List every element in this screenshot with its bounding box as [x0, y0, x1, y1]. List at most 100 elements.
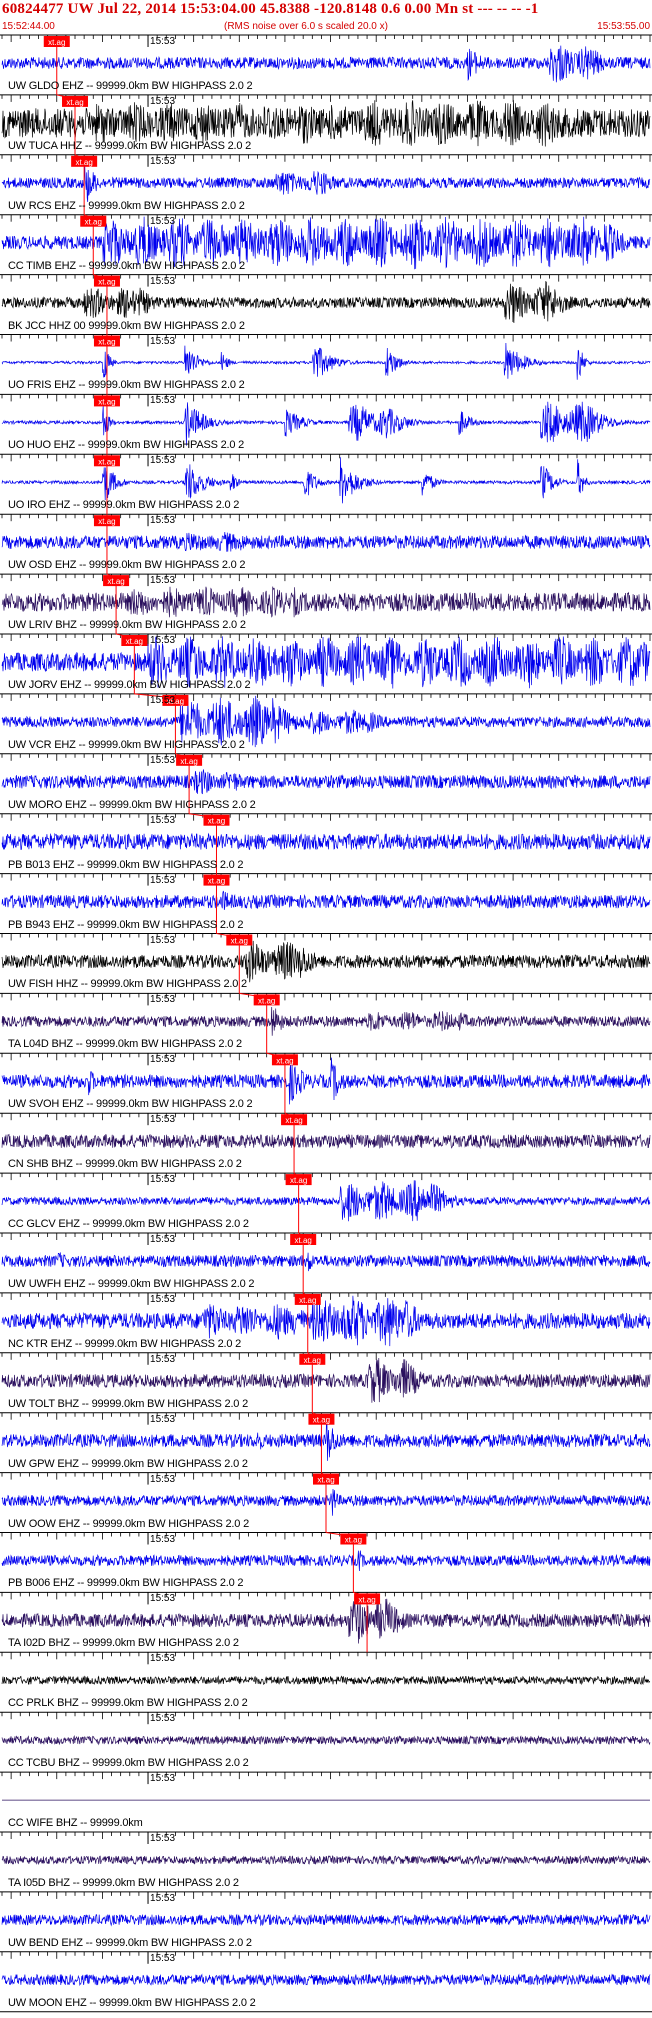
tick-label: 15:53	[150, 754, 176, 766]
pick-tag: xt.ag	[98, 278, 115, 287]
waveform-trace	[1, 1675, 651, 1686]
waveform-trace	[1, 769, 651, 795]
tick-label: 15:53	[150, 1413, 176, 1425]
pick-tag: xt.ag	[208, 877, 225, 886]
trace-row	[0, 1532, 652, 1572]
tick-label: 15:53	[150, 455, 176, 467]
tick-label: 15:53	[150, 874, 176, 886]
pick-tag: xt.ag	[299, 1296, 316, 1305]
waveform-trace	[1, 1421, 651, 1461]
pick-tag: xt.ag	[66, 98, 83, 107]
waveform-trace	[1, 45, 651, 83]
waveform-trace	[1, 1006, 651, 1036]
tick-label: 15:53	[150, 515, 176, 527]
pick-tag: xt.ag	[285, 1116, 302, 1125]
station-label: UW GLDO EHZ -- 99999.0km BW HIGHPASS 2.0…	[8, 79, 253, 92]
station-label: UW LRIV BHZ -- 99999.0km BW HIGHPASS 2.0…	[8, 619, 246, 631]
pick-tag: xt.ag	[345, 1536, 362, 1545]
tick-label: 15:53	[150, 215, 176, 227]
station-label: UW SVOH EHZ -- 99999.0km BW HIGHPASS 2.0…	[8, 1098, 253, 1111]
tick-label: 15:53	[150, 1293, 176, 1305]
tick-label: 15:53	[150, 1473, 176, 1485]
tick-label: 15:53	[150, 1773, 176, 1785]
trace-row	[0, 933, 652, 983]
trace-row	[0, 992, 652, 1036]
trace-row	[0, 1951, 652, 1987]
tick-label: 15:53	[150, 155, 176, 167]
tick-label: 15:53	[150, 1952, 176, 1964]
station-label: UW OOW EHZ -- 99999.0km BW HIGHPASS 2.0 …	[8, 1517, 249, 1530]
station-label: CN SHB BHZ -- 99999.0km BW HIGHPASS 2.0 …	[8, 1158, 242, 1171]
trace-row	[0, 154, 652, 202]
waveform-trace	[1, 342, 651, 380]
pick-tag: xt.ag	[98, 517, 115, 526]
trace-row	[0, 1771, 652, 1801]
pick-tag: xt.ag	[48, 38, 65, 47]
station-label: PB B943 EHZ -- 99999.0km BW HIGHPASS 2.0…	[8, 918, 244, 931]
pick-tag: xt.ag	[295, 1236, 312, 1245]
trace-row	[0, 813, 652, 851]
waveform-trace	[1, 1913, 651, 1927]
tick-label: 15:53	[150, 994, 176, 1006]
tick-label: 15:53	[150, 36, 176, 47]
pick-tag: xt.ag	[358, 1595, 375, 1604]
waveform-trace	[1, 890, 651, 911]
tick-label: 15:53	[150, 635, 176, 646]
waveform-trace	[1, 1550, 651, 1572]
tick-label: 15:53	[150, 1892, 176, 1904]
tick-label: 15:53	[150, 694, 176, 706]
station-label: UW TOLT BHZ -- 99999.0km BW HIGHPASS 2.0…	[8, 1397, 248, 1410]
waveform-trace	[1, 1973, 651, 1987]
pick-tag: xt.ag	[98, 457, 115, 466]
station-label: CC TIMB EHZ -- 99999.0km BW HIGHPASS 2.0…	[8, 259, 245, 272]
waveform-trace	[1, 586, 651, 618]
trace-row	[0, 1172, 652, 1222]
trace-row	[0, 1711, 652, 1746]
trace-row	[0, 873, 652, 911]
trace-row	[0, 1591, 652, 1644]
trace-row	[0, 34, 652, 83]
trace-row	[0, 1352, 652, 1403]
station-label: UO FRIS EHZ -- 99999.0km BW HIGHPASS 2.0…	[8, 379, 245, 392]
tick-label: 15:53	[150, 1653, 176, 1665]
station-label: UW GPW EHZ -- 99999.0km BW HIGHPASS 2.0 …	[8, 1457, 248, 1470]
tick-label: 15:53	[150, 814, 176, 826]
pick-tag: xt.ag	[126, 637, 143, 646]
station-label: BK JCC HHZ 00 99999.0km BW HIGHPASS 2.0 …	[8, 319, 245, 332]
waveform-trace	[1, 1854, 651, 1866]
trace-row	[0, 1891, 652, 1927]
station-label: UW TUCA HHZ -- 99999.0km BW HIGHPASS 2.0…	[8, 139, 252, 152]
trace-row	[0, 94, 652, 147]
tick-label: 15:53	[150, 934, 176, 946]
waveform-trace	[1, 531, 651, 552]
waveform-trace	[1, 940, 651, 983]
station-label: UW JORV EHZ -- 99999.0km BW HIGHPASS 2.0…	[8, 678, 251, 691]
station-label: UW BEND EHZ -- 99999.0km BW HIGHPASS 2.0…	[8, 1936, 252, 1949]
pick-tag: xt.ag	[75, 158, 92, 167]
pick-tag: xt.ag	[258, 996, 275, 1005]
tick-label: 15:53	[150, 1234, 176, 1245]
pick-tag: xt.ag	[290, 1176, 307, 1185]
station-label: CC WIFE BHZ -- 99999.0km	[8, 1817, 143, 1829]
tick-label: 15:53	[150, 1353, 176, 1365]
station-label: UO HUO EHZ -- 99999.0km BW HIGHPASS 2.0 …	[8, 439, 245, 452]
pick-tag: xt.ag	[231, 937, 248, 946]
pick-tag: xt.ag	[180, 757, 197, 766]
pick-tag: xt.ag	[304, 1356, 321, 1365]
pick-tag: xt.ag	[98, 338, 115, 347]
station-label: PB B006 EHZ -- 99999.0km BW HIGHPASS 2.0…	[8, 1577, 244, 1590]
station-label: CC GLCV EHZ -- 99999.0km BW HIGHPASS 2.0…	[8, 1218, 249, 1230]
tick-label: 15:53	[150, 1533, 176, 1545]
trace-row	[0, 753, 652, 795]
station-label: UW MORO EHZ -- 99999.0km BW HIGHPASS 2.0…	[8, 798, 256, 811]
tick-label: 15:53	[150, 395, 176, 407]
trace-row	[0, 1052, 652, 1105]
waveform-trace	[1, 161, 651, 202]
pick-tag: xt.ag	[85, 218, 102, 227]
station-label: CC PRLK BHZ -- 99999.0km BW HIGHPASS 2.0…	[8, 1697, 248, 1710]
station-label: PB B013 EHZ -- 99999.0km BW HIGHPASS 2.0…	[8, 858, 244, 871]
station-label: UO IRO EHZ -- 99999.0km BW HIGHPASS 2.0 …	[8, 499, 240, 512]
waveform-trace	[1, 1357, 651, 1403]
station-label: NC KTR EHZ -- 99999.0km BW HIGHPASS 2.0 …	[8, 1337, 242, 1350]
waveform-trace	[1, 1180, 651, 1222]
